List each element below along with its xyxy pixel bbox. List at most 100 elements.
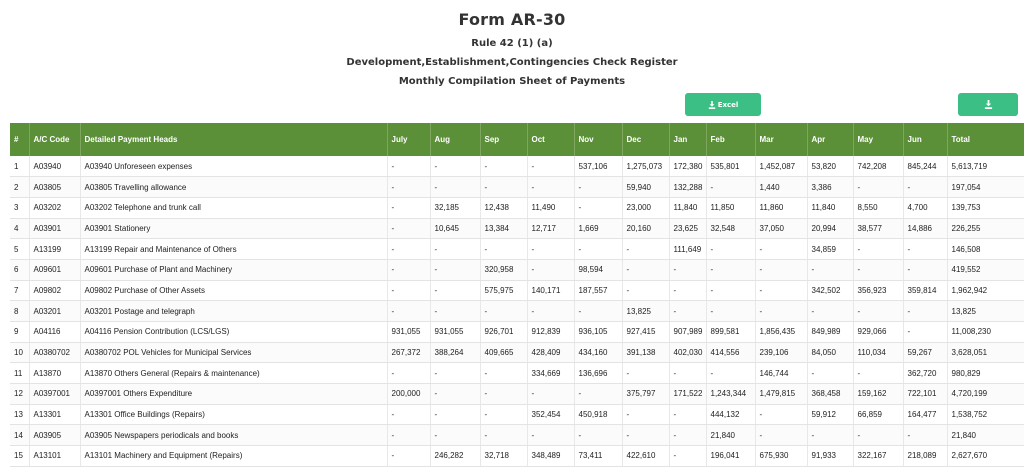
table-cell: - xyxy=(622,362,670,385)
table-cell: - xyxy=(387,197,431,219)
table-cell: 200,000 xyxy=(387,383,431,405)
table-row: 11 A13870 A13870 Others General (Repairs &… xyxy=(10,362,1024,385)
table-cell: 146,508 xyxy=(947,238,1024,260)
column-header[interactable]: Feb xyxy=(706,123,756,156)
table-row: 15 A13101 A13101 Machinery and Equipment (… xyxy=(10,445,1024,467)
table-cell: 13,825 xyxy=(622,300,670,322)
column-header[interactable]: # xyxy=(10,123,30,156)
table-cell: 13 xyxy=(10,404,30,426)
table-cell: 359,814 xyxy=(903,280,948,302)
table-cell: - xyxy=(903,321,948,343)
table-cell: 388,264 xyxy=(430,342,481,364)
table-cell: A04116 Pension Contribution (LCS/LGS) xyxy=(80,321,388,343)
download-button[interactable] xyxy=(958,93,1018,116)
table-cell: 32,185 xyxy=(430,197,481,219)
table-body: 1 A03940 A03940 Unforeseen expenses - - - -537… xyxy=(10,156,1024,467)
table-cell: - xyxy=(430,259,481,281)
download-icon xyxy=(708,100,716,109)
table-cell: 37,050 xyxy=(755,218,808,240)
column-header[interactable]: May xyxy=(853,123,904,156)
column-header[interactable]: Total xyxy=(947,123,1024,156)
table-cell: - xyxy=(755,280,808,302)
column-header[interactable]: July xyxy=(387,123,431,156)
table-cell: 1,479,815 xyxy=(755,383,808,405)
table-cell: 11,840 xyxy=(807,197,854,219)
table-row: 8 A03201 A03201 Postage and telegraph - - - - -… xyxy=(10,300,1024,322)
table-cell: - xyxy=(387,156,431,178)
table-row: 5 A13199 A13199 Repair and Maintenance of … xyxy=(10,238,1024,260)
column-header[interactable]: Sep xyxy=(480,123,528,156)
table-cell: 23,000 xyxy=(622,197,670,219)
table-cell: 422,610 xyxy=(622,445,670,467)
table-cell: A03940 xyxy=(29,156,81,178)
table-cell: 23,625 xyxy=(669,218,707,240)
table-cell: 1,669 xyxy=(574,218,623,240)
table-cell: A03201 Postage and telegraph xyxy=(80,300,388,322)
table-cell: - xyxy=(807,424,854,447)
table-cell: - xyxy=(807,300,854,322)
table-cell: 66,859 xyxy=(853,404,904,426)
column-header[interactable]: Oct xyxy=(527,123,575,156)
table-cell: - xyxy=(430,404,481,426)
table-cell: 342,502 xyxy=(807,280,854,302)
table-cell: - xyxy=(903,176,948,198)
payments-table: # A/C Code Detailed Payment Heads July Aug Se… xyxy=(10,123,1024,467)
table-cell: - xyxy=(430,280,481,302)
table-cell: 140,171 xyxy=(527,280,575,302)
table-cell: 226,255 xyxy=(947,218,1024,240)
column-header[interactable]: Detailed Payment Heads xyxy=(80,123,388,156)
table-cell: A03201 xyxy=(29,300,81,322)
table-cell: 931,055 xyxy=(387,321,431,343)
table-cell: A03202 Telephone and trunk call xyxy=(80,197,388,219)
table-cell: 3 xyxy=(10,197,30,219)
table-cell: 912,839 xyxy=(527,321,575,343)
column-header[interactable]: Dec xyxy=(622,123,670,156)
table-cell: - xyxy=(706,259,756,281)
table-cell: 936,105 xyxy=(574,321,623,343)
table-cell: A13101 Machinery and Equipment (Repairs) xyxy=(80,445,388,467)
table-cell: 927,415 xyxy=(622,321,670,343)
table-cell: 11,860 xyxy=(755,197,808,219)
rule-subtitle: Rule 42 (1) (a) xyxy=(471,38,553,49)
table-cell: - xyxy=(574,383,623,405)
table-cell: 362,720 xyxy=(903,362,948,385)
table-row: 13 A13301 A13301 Office Buildings (Repairs… xyxy=(10,404,1024,426)
table-cell: 1,452,087 xyxy=(755,156,808,178)
table-cell: - xyxy=(480,156,528,178)
table-cell: A09802 Purchase of Other Assets xyxy=(80,280,388,302)
column-header[interactable]: Apr xyxy=(807,123,854,156)
table-row: 9 A04116 A04116 Pension Contribution (LCS/… xyxy=(10,321,1024,343)
table-cell: - xyxy=(853,259,904,281)
table-cell: 32,548 xyxy=(706,218,756,240)
table-cell: 111,649 xyxy=(669,238,707,260)
table-cell: - xyxy=(480,383,528,405)
table-cell: A13870 Others General (Repairs & mainten… xyxy=(80,362,388,385)
table-cell: 159,162 xyxy=(853,383,904,405)
column-header[interactable]: Jan xyxy=(669,123,707,156)
table-cell: - xyxy=(430,156,481,178)
column-header[interactable]: A/C Code xyxy=(29,123,81,156)
table-cell: A13101 xyxy=(29,445,81,467)
column-header[interactable]: Nov xyxy=(574,123,623,156)
table-cell: A03905 Newspapers periodicals and books xyxy=(80,424,388,447)
column-header[interactable]: Aug xyxy=(430,123,481,156)
table-cell: 246,282 xyxy=(430,445,481,467)
excel-export-button[interactable]: Excel xyxy=(685,93,761,116)
column-header[interactable]: Jun xyxy=(903,123,948,156)
table-cell: 14 xyxy=(10,424,30,447)
table-cell: 98,594 xyxy=(574,259,623,281)
table-cell: - xyxy=(430,362,481,385)
table-cell: 21,840 xyxy=(706,424,756,447)
column-header[interactable]: Mar xyxy=(755,123,808,156)
table-cell: 197,054 xyxy=(947,176,1024,198)
table-cell: - xyxy=(387,445,431,467)
table-cell: - xyxy=(853,300,904,322)
table-cell: - xyxy=(527,156,575,178)
table-cell: 34,859 xyxy=(807,238,854,260)
table-cell: A0380702 POL Vehicles for Municipal Serv… xyxy=(80,342,388,364)
table-cell: 196,041 xyxy=(706,445,756,467)
table-cell: - xyxy=(574,300,623,322)
table-cell: 38,577 xyxy=(853,218,904,240)
table-cell: 1,962,942 xyxy=(947,280,1024,302)
table-cell: 414,556 xyxy=(706,342,756,364)
